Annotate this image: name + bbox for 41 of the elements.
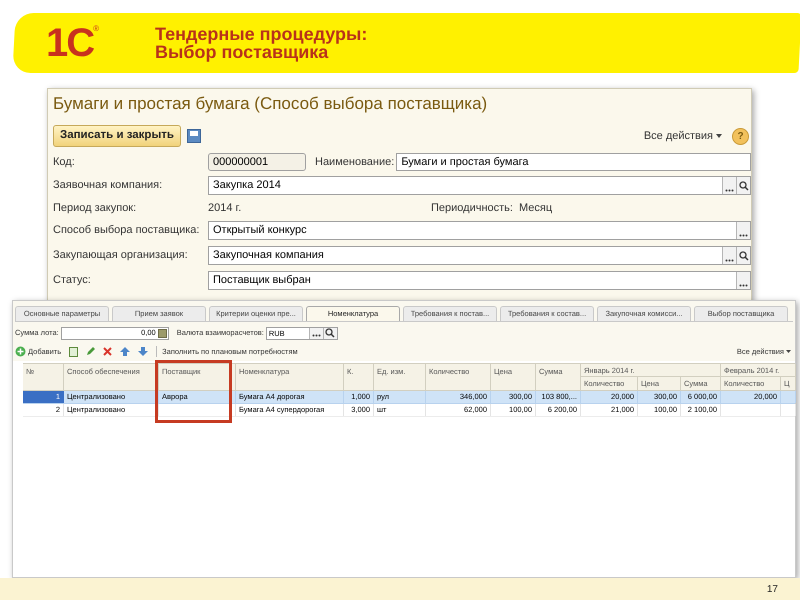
ellipsis-icon[interactable] (722, 177, 736, 194)
field-label: Заявочная компания: (53, 178, 164, 194)
field-value: 2014 г. (208, 200, 242, 216)
save-icon[interactable] (186, 129, 201, 143)
move-down-icon[interactable] (138, 347, 148, 356)
registered-mark: ® (93, 23, 100, 33)
slide-title: Выбор поставщика (155, 43, 328, 61)
all-actions-menu[interactable]: Все действия (644, 128, 722, 144)
code-field[interactable]: 000000001 (208, 153, 306, 171)
field-label: Способ выбора поставщика: (53, 223, 200, 238)
help-button[interactable]: ? (732, 128, 749, 144)
field-label: Закупающая организация: (53, 248, 189, 264)
window-title: Бумаги и простая бумага (Способ выбора поставщика) (53, 93, 488, 115)
caret-icon (786, 350, 791, 353)
search-icon[interactable] (322, 328, 337, 338)
logo: 1С (46, 23, 94, 63)
ellipsis-icon[interactable] (308, 328, 323, 338)
input-field[interactable]: Закупка 2014 (208, 176, 751, 195)
page-number: 17 (766, 582, 778, 596)
field-label: Статус: (53, 273, 92, 288)
ellipsis-icon[interactable] (722, 247, 736, 264)
search-icon[interactable] (736, 247, 750, 264)
field-label: Периодичность: (431, 200, 513, 216)
caret-icon (716, 134, 722, 138)
field-label: Код: (53, 154, 76, 170)
ellipsis-icon[interactable] (736, 272, 750, 289)
field-value: Месяц (518, 200, 552, 216)
field-label: Период закупок: (53, 200, 138, 216)
name-field[interactable]: Бумаги и простая бумага (396, 153, 751, 171)
input-field[interactable]: Открытый конкурс (208, 221, 751, 240)
slide-title: Тендерные процедуры: (155, 25, 368, 43)
move-up-icon[interactable] (120, 347, 130, 356)
ellipsis-icon[interactable] (736, 222, 750, 239)
input-field[interactable]: Поставщик выбран (208, 271, 751, 290)
save-and-close-button[interactable]: Записать и закрыть (53, 125, 181, 147)
pencil-icon[interactable] (86, 347, 96, 356)
input-field[interactable]: Закупочная компания (208, 246, 751, 265)
search-icon[interactable] (736, 177, 750, 194)
field-label: Наименование: (315, 154, 394, 170)
plus-icon (15, 346, 26, 357)
delete-icon[interactable] (103, 347, 112, 356)
